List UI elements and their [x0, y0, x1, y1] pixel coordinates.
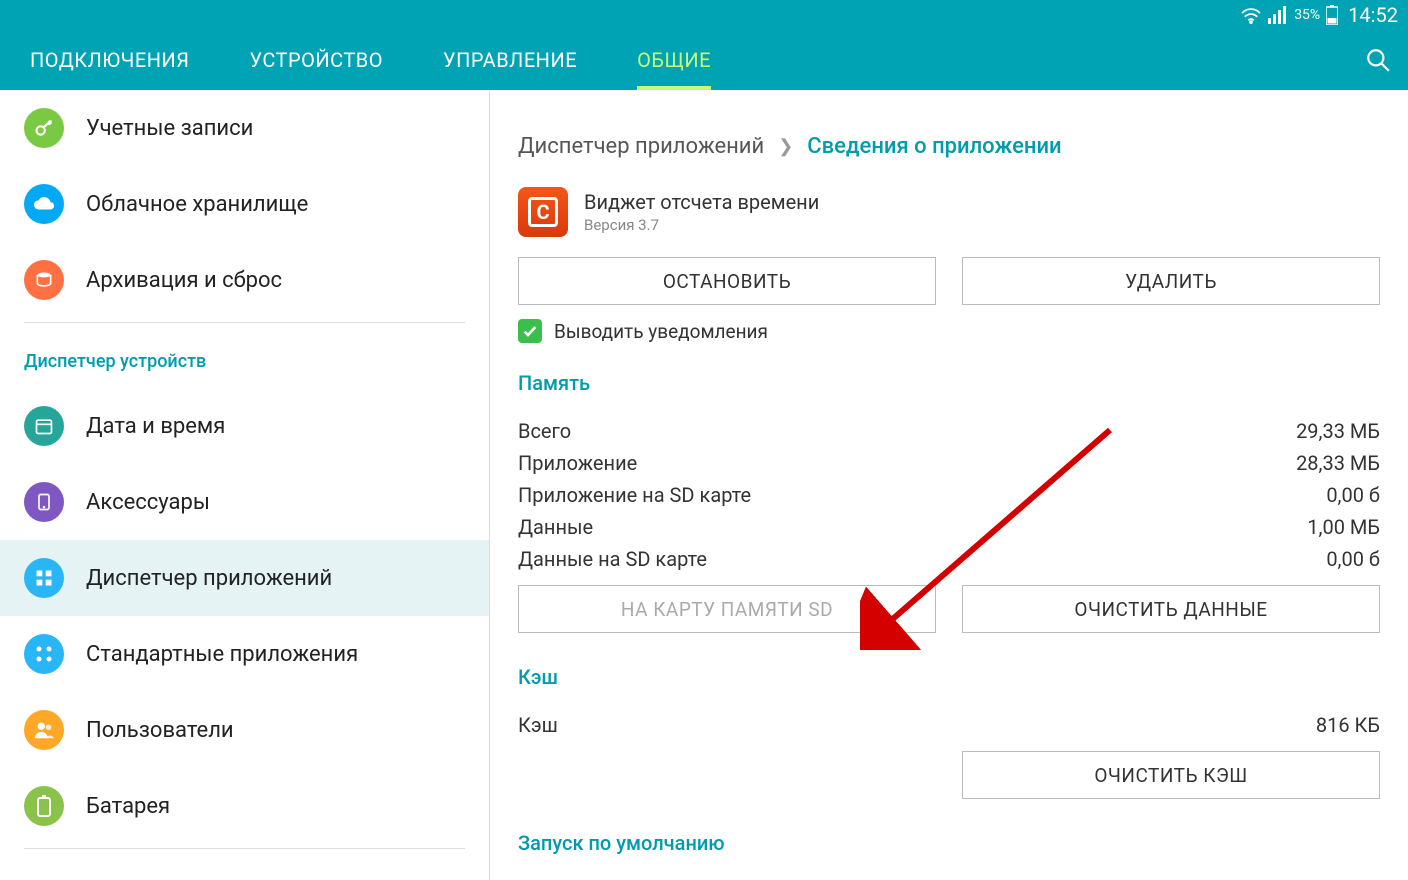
sidebar-item-label: Пользователи: [86, 718, 234, 743]
battery-icon: [1326, 5, 1338, 25]
mem-app-label: Приложение: [518, 451, 637, 475]
mem-total-label: Всего: [518, 419, 571, 443]
status-bar: 35% 14:52: [0, 0, 1408, 30]
sidebar-item-defaultapps[interactable]: Стандартные приложения: [0, 616, 489, 692]
app-header: C Виджет отсчета времени Версия 3.7: [518, 183, 1380, 257]
sidebar-item-accessories[interactable]: Аксессуары: [0, 464, 489, 540]
cloud-icon: [24, 184, 64, 224]
cache-value: 816 КБ: [1316, 713, 1380, 737]
mem-appsd-label: Приложение на SD карте: [518, 483, 751, 507]
accessory-icon: [24, 482, 64, 522]
tab-connections[interactable]: ПОДКЛЮЧЕНИЯ: [0, 30, 219, 90]
checkbox-label: Выводить уведомления: [554, 320, 768, 343]
tab-device[interactable]: УСТРОЙСТВО: [219, 30, 413, 90]
mem-total-value: 29,33 МБ: [1296, 419, 1380, 443]
mem-datasd-value: 0,00 б: [1326, 547, 1380, 571]
notifications-checkbox-row[interactable]: Выводить уведомления: [518, 319, 1380, 343]
app-name: Виджет отсчета времени: [584, 190, 819, 214]
app-version: Версия 3.7: [584, 216, 819, 234]
sidebar-item-backup[interactable]: Архивация и сброс: [0, 242, 489, 318]
clear-cache-button[interactable]: ОЧИСТИТЬ КЭШ: [962, 751, 1380, 799]
mem-datasd-label: Данные на SD карте: [518, 547, 707, 571]
mem-app-value: 28,33 МБ: [1296, 451, 1380, 475]
section-memory: Память: [518, 365, 1380, 415]
search-icon[interactable]: [1348, 47, 1408, 73]
mem-appsd-value: 0,00 б: [1326, 483, 1380, 507]
mem-data-value: 1,00 МБ: [1307, 515, 1380, 539]
move-to-sd-button[interactable]: НА КАРТУ ПАМЯТИ SD: [518, 585, 936, 633]
stop-button[interactable]: ОСТАНОВИТЬ: [518, 257, 936, 305]
sidebar-item-label: Батарея: [86, 794, 170, 819]
sidebar-item-label: Диспетчер приложений: [86, 566, 332, 591]
breadcrumb-prev[interactable]: Диспетчер приложений: [518, 134, 764, 159]
tab-management[interactable]: УПРАВЛЕНИЕ: [413, 30, 607, 90]
sidebar-item-users[interactable]: Пользователи: [0, 692, 489, 768]
sidebar-item-label: Учетные записи: [86, 116, 253, 141]
divider: [24, 322, 465, 323]
users-icon: [24, 710, 64, 750]
sidebar-item-accounts[interactable]: Учетные записи: [0, 90, 489, 166]
tab-general[interactable]: ОБЩИЕ: [607, 30, 741, 90]
delete-button[interactable]: УДАЛИТЬ: [962, 257, 1380, 305]
tab-bar: ПОДКЛЮЧЕНИЯ УСТРОЙСТВО УПРАВЛЕНИЕ ОБЩИЕ: [0, 30, 1408, 90]
sidebar-item-battery[interactable]: Батарея: [0, 768, 489, 844]
app-icon: C: [518, 187, 568, 237]
checkbox-checked-icon: [518, 319, 542, 343]
sidebar-section-header: Диспетчер устройств: [0, 327, 489, 388]
section-cache: Кэш: [518, 647, 1380, 709]
clear-data-button[interactable]: ОЧИСТИТЬ ДАННЫЕ: [962, 585, 1380, 633]
sidebar: Учетные записи Облачное хранилище Архива…: [0, 90, 490, 880]
clock-time: 14:52: [1348, 3, 1398, 27]
backup-icon: [24, 260, 64, 300]
chevron-right-icon: ❯: [778, 136, 793, 157]
sidebar-item-cloud[interactable]: Облачное хранилище: [0, 166, 489, 242]
key-icon: [24, 108, 64, 148]
sidebar-item-label: Архивация и сброс: [86, 268, 282, 293]
sidebar-item-label: Облачное хранилище: [86, 192, 308, 217]
apps-icon: [24, 634, 64, 674]
wifi-icon: [1240, 6, 1262, 24]
cache-label: Кэш: [518, 713, 558, 737]
battery-icon: [24, 786, 64, 826]
sidebar-item-datetime[interactable]: Дата и время: [0, 388, 489, 464]
sidebar-item-label: Дата и время: [86, 414, 225, 439]
section-launch-default: Запуск по умолчанию: [518, 813, 1380, 875]
divider: [24, 848, 465, 849]
content-pane: Диспетчер приложений ❯ Сведения о прилож…: [490, 90, 1408, 880]
breadcrumb: Диспетчер приложений ❯ Сведения о прилож…: [518, 90, 1380, 183]
breadcrumb-current: Сведения о приложении: [807, 134, 1061, 159]
mem-data-label: Данные: [518, 515, 593, 539]
sidebar-item-label: Стандартные приложения: [86, 642, 358, 667]
sidebar-item-label: Аксессуары: [86, 490, 210, 515]
signal-icon: [1268, 6, 1288, 24]
sidebar-item-appmanager[interactable]: Диспетчер приложений: [0, 540, 489, 616]
calendar-icon: [24, 406, 64, 446]
battery-percent: 35%: [1294, 7, 1320, 23]
grid-icon: [24, 558, 64, 598]
